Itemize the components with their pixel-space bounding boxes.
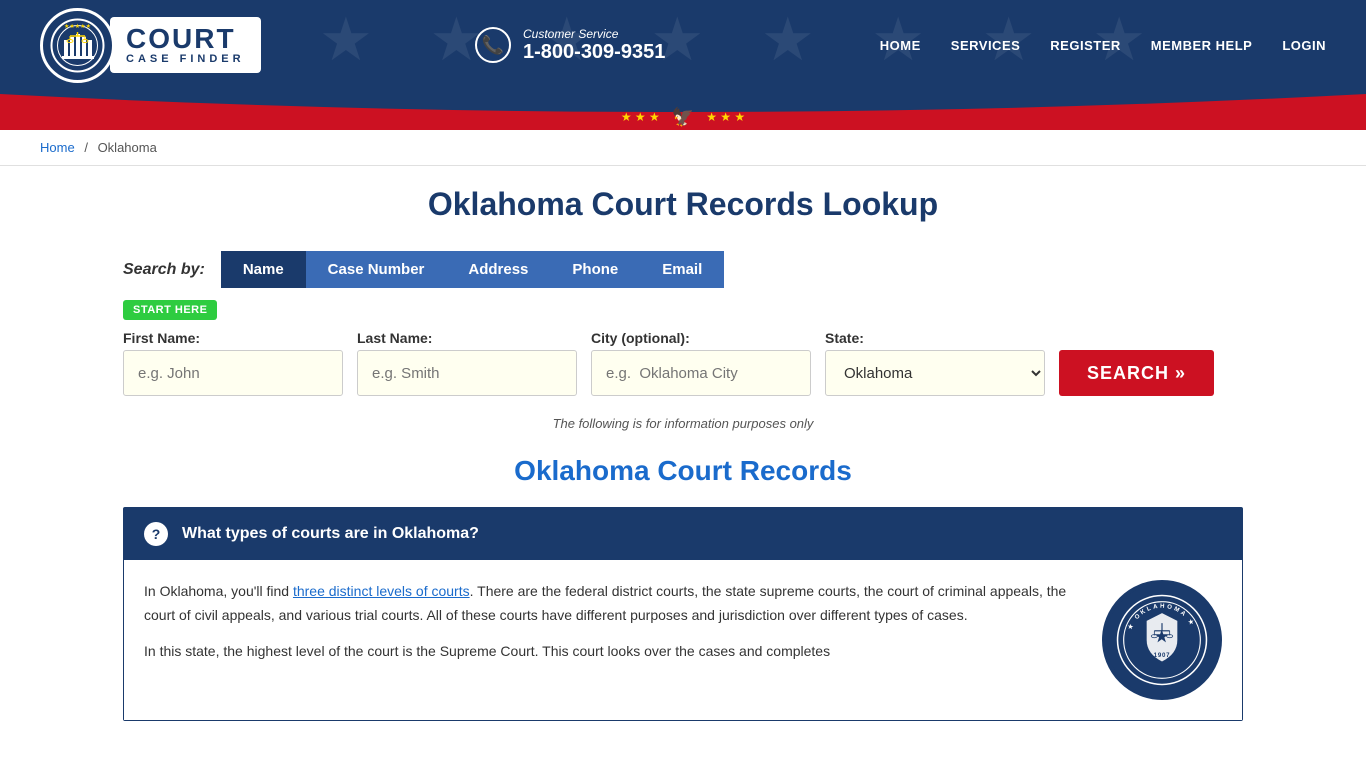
breadcrumb-separator: / — [84, 140, 88, 155]
last-name-input[interactable] — [357, 350, 577, 396]
faq-body-text: In Oklahoma, you'll find three distinct … — [144, 580, 1082, 675]
city-input[interactable] — [591, 350, 811, 396]
search-section: Search by: Name Case Number Address Phon… — [123, 251, 1243, 396]
cs-text: Customer Service 1-800-309-9351 — [523, 27, 665, 64]
breadcrumb-current: Oklahoma — [98, 140, 157, 155]
faq-question: What types of courts are in Oklahoma? — [182, 525, 479, 543]
tab-phone[interactable]: Phone — [550, 251, 640, 288]
tab-address[interactable]: Address — [446, 251, 550, 288]
tab-name[interactable]: Name — [221, 251, 306, 288]
section-title: Oklahoma Court Records — [123, 455, 1243, 487]
search-button-label: SEARCH » — [1087, 363, 1186, 384]
search-by-row: Search by: Name Case Number Address Phon… — [123, 251, 1243, 288]
logo-circle: ★★★★★ — [40, 8, 115, 83]
nav-login[interactable]: LOGIN — [1282, 38, 1326, 53]
site-header: ★★★★★ COURT CASE FINDER 📞 — [0, 0, 1366, 90]
tab-email[interactable]: Email — [640, 251, 724, 288]
first-name-label: First Name: — [123, 330, 343, 346]
logo-sub: CASE FINDER — [126, 53, 245, 65]
last-name-label: Last Name: — [357, 330, 577, 346]
svg-text:1907: 1907 — [1154, 652, 1171, 659]
state-select[interactable]: AlabamaAlaskaArizonaArkansasCaliforniaCo… — [825, 350, 1045, 396]
main-content: Oklahoma Court Records Lookup Search by:… — [83, 166, 1283, 741]
svg-text:★★★★★: ★★★★★ — [64, 23, 91, 30]
faq-question-icon: ? — [144, 522, 168, 546]
info-note: The following is for information purpose… — [123, 416, 1243, 431]
breadcrumb-home[interactable]: Home — [40, 140, 75, 155]
city-group: City (optional): — [591, 330, 811, 396]
phone-icon: 📞 — [475, 27, 511, 63]
customer-service: 📞 Customer Service 1-800-309-9351 — [475, 27, 665, 64]
faq-paragraph-1: In Oklahoma, you'll find three distinct … — [144, 580, 1082, 628]
logo-area: ★★★★★ COURT CASE FINDER — [40, 8, 261, 83]
page-title: Oklahoma Court Records Lookup — [123, 186, 1243, 223]
eagle-strip-content: ★ ★ ★ 🦅 ★ ★ ★ — [621, 107, 745, 128]
search-tabs: Name Case Number Address Phone Email — [221, 251, 724, 288]
state-group: State: AlabamaAlaskaArizonaArkansasCalif… — [825, 330, 1045, 396]
search-by-label: Search by: — [123, 261, 205, 279]
first-name-group: First Name: — [123, 330, 343, 396]
faq-paragraph-2: In this state, the highest level of the … — [144, 640, 1082, 664]
start-here-badge: START HERE — [123, 300, 217, 320]
nav-register[interactable]: REGISTER — [1050, 38, 1120, 53]
faq-item: ? What types of courts are in Oklahoma? … — [123, 507, 1243, 721]
nav-services[interactable]: SERVICES — [951, 38, 1021, 53]
oklahoma-seal: ★ OKLAHOMA ★ ★ 1907 — [1102, 580, 1222, 700]
stars-left: ★ ★ ★ — [621, 110, 660, 124]
cs-label: Customer Service — [523, 27, 665, 41]
search-fields-row: First Name: Last Name: City (optional): … — [123, 330, 1243, 396]
logo-court: COURT — [126, 25, 236, 53]
nav-home[interactable]: HOME — [880, 38, 921, 53]
eagle-icon: 🦅 — [672, 107, 694, 128]
faq-header[interactable]: ? What types of courts are in Oklahoma? — [124, 508, 1242, 560]
logo-text-area: COURT CASE FINDER — [110, 17, 261, 73]
stars-right: ★ ★ ★ — [706, 110, 745, 124]
faq-body: In Oklahoma, you'll find three distinct … — [124, 560, 1242, 720]
last-name-group: Last Name: — [357, 330, 577, 396]
search-button[interactable]: SEARCH » — [1059, 350, 1214, 396]
nav-member-help[interactable]: MEMBER HELP — [1151, 38, 1253, 53]
tab-case-number[interactable]: Case Number — [306, 251, 447, 288]
first-name-input[interactable] — [123, 350, 343, 396]
cs-number: 1-800-309-9351 — [523, 41, 665, 64]
state-label: State: — [825, 330, 1045, 346]
courts-link[interactable]: three distinct levels of courts — [293, 583, 470, 599]
eagle-bar: ★ ★ ★ 🦅 ★ ★ ★ — [0, 94, 1366, 130]
city-label: City (optional): — [591, 330, 811, 346]
breadcrumb: Home / Oklahoma — [0, 130, 1366, 166]
main-nav: HOME SERVICES REGISTER MEMBER HELP LOGIN — [880, 38, 1326, 53]
